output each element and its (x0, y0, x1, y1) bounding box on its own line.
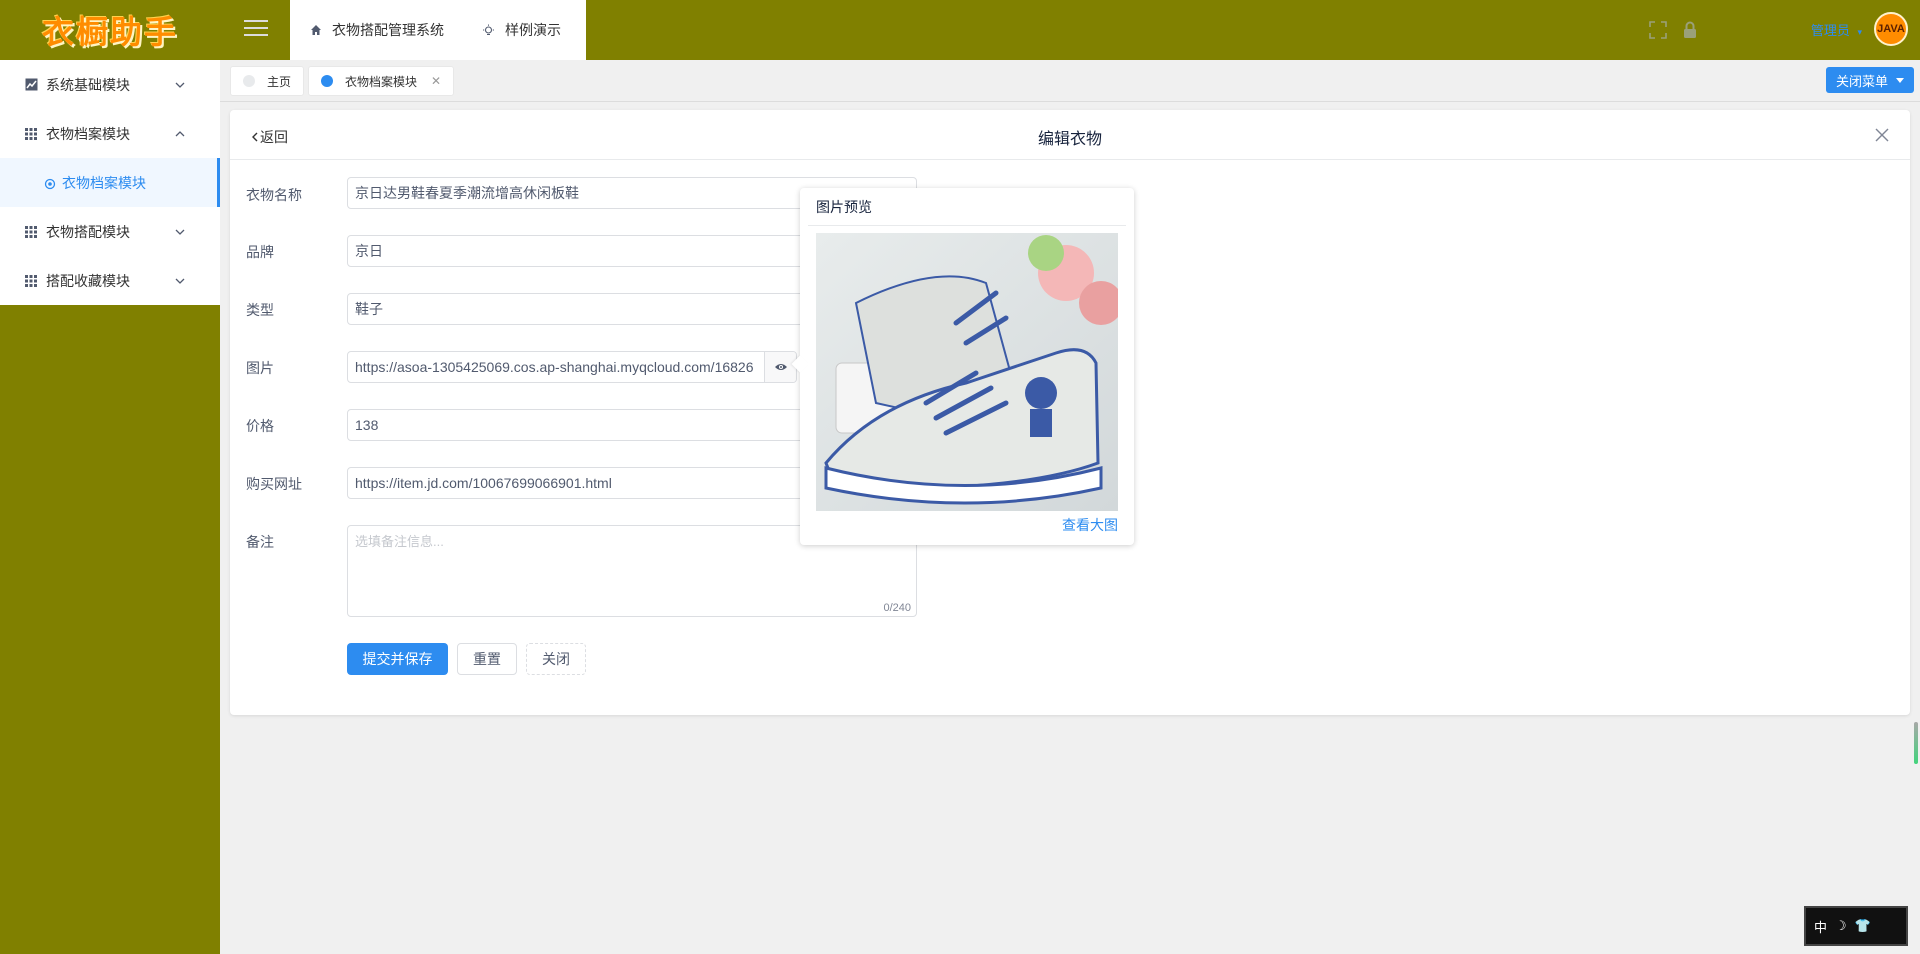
ime-label: 中 (1814, 919, 1828, 935)
preview-eye-button[interactable] (764, 352, 796, 382)
moon-icon: ☽ (1835, 918, 1847, 933)
view-large-image-link[interactable]: 查看大图 (1062, 515, 1118, 535)
preview-title: 图片预览 (816, 199, 872, 215)
header-tools (1648, 20, 1700, 40)
tag-label: 主页 (267, 74, 292, 89)
name-value: 京日达男鞋春夏季潮流增高休闲板鞋 (355, 185, 579, 201)
field-label-remark: 备注 (246, 534, 274, 550)
reset-button[interactable]: 重置 (457, 643, 517, 675)
chevron-down-icon (175, 278, 185, 284)
avatar[interactable]: JAVA (1874, 12, 1908, 46)
shirt-icon: 👕 (1854, 918, 1871, 933)
char-counter: 0/240 (883, 602, 911, 614)
page-title: 编辑衣物 (1037, 131, 1102, 148)
lock-icon[interactable] (1680, 20, 1700, 40)
field-label-type: 类型 (246, 302, 274, 318)
grid-icon (24, 274, 38, 288)
tag-bar: 主页 衣物档案模块 ✕ 关闭菜单 (220, 60, 1920, 102)
sidebar-item-system-basic[interactable]: 系统基础模块 (0, 60, 220, 109)
chevron-down-icon (175, 82, 185, 88)
sidebar-menu: 系统基础模块 衣物档案模块 衣物档案模块 衣物搭配模块 搭配收藏模块 (0, 60, 220, 305)
brand-value: 京日 (355, 243, 383, 259)
field-label-url: 购买网址 (246, 476, 302, 492)
sidebar: 衣橱助手 系统基础模块 衣物档案模块 衣物档案模块 衣物搭配模块 搭配收藏模块 (0, 0, 220, 954)
grid-icon (24, 225, 38, 239)
eye-icon (774, 364, 787, 370)
field-label-image: 图片 (246, 360, 274, 376)
user-menu[interactable]: 管理员 ▾ (1811, 20, 1862, 39)
ime-toolbar[interactable]: 中 ☽ 👕 (1804, 906, 1908, 946)
close-menu-button[interactable]: 关闭菜单 (1825, 67, 1914, 93)
top-tab-demo[interactable]: 样例演示 (462, 0, 579, 60)
shoe-image (816, 233, 1118, 511)
tag-clothes-archive[interactable]: 衣物档案模块 ✕ (308, 66, 455, 96)
tag-home[interactable]: 主页 (230, 66, 305, 96)
sidebar-item-label: 衣物搭配模块 (46, 223, 130, 240)
close-icon[interactable]: ✕ (431, 74, 441, 88)
chart-icon (24, 78, 38, 92)
type-value: 鞋子 (355, 301, 383, 317)
image-url-value: https://asoa-1305425069.cos.ap-shanghai.… (355, 359, 754, 375)
scrollbar[interactable] (1914, 722, 1918, 764)
user-name: 管理员 (1810, 23, 1850, 38)
purchase-url-value: https://item.jd.com/10067699066901.html (355, 475, 612, 491)
logo[interactable]: 衣橱助手 (0, 0, 220, 60)
top-tab-label: 衣物搭配管理系统 (332, 22, 444, 38)
divider (808, 225, 1126, 226)
field-label-brand: 品牌 (246, 244, 274, 260)
sidebar-item-clothes-matching[interactable]: 衣物搭配模块 (0, 207, 220, 256)
fullscreen-icon[interactable] (1648, 20, 1668, 40)
tag-label: 衣物档案模块 (345, 74, 418, 89)
price-value: 138 (355, 417, 379, 433)
image-url-input[interactable]: https://asoa-1305425069.cos.ap-shanghai.… (347, 351, 797, 383)
sidebar-item-label: 系统基础模块 (46, 76, 130, 93)
close-menu-label: 关闭菜单 (1835, 73, 1888, 89)
bulb-icon (483, 24, 494, 35)
home-icon (311, 25, 321, 35)
submit-save-button[interactable]: 提交并保存 (347, 643, 448, 675)
hamburger-menu-icon[interactable] (244, 20, 268, 40)
status-dot (321, 75, 333, 87)
status-dot (243, 75, 255, 87)
caret-down-icon (1896, 77, 1904, 83)
close-button[interactable]: 关闭 (526, 643, 586, 675)
top-tab-label: 样例演示 (505, 22, 561, 38)
sidebar-subitem-label: 衣物档案模块 (62, 174, 146, 191)
top-nav: 衣物搭配管理系统 样例演示 (290, 0, 586, 60)
sidebar-item-label: 搭配收藏模块 (46, 272, 130, 289)
field-label-name: 衣物名称 (246, 187, 302, 203)
sidebar-item-favorites[interactable]: 搭配收藏模块 (0, 256, 220, 305)
sidebar-item-label: 衣物档案模块 (46, 125, 130, 142)
logo-text: 衣橱助手 (41, 13, 178, 51)
remark-placeholder: 选填备注信息... (355, 534, 444, 549)
field-label-price: 价格 (246, 418, 274, 434)
card-header: 返回 编辑衣物 (230, 110, 1910, 160)
top-header: 衣物搭配管理系统 样例演示 管理员 ▾ JAVA (220, 0, 1920, 60)
settings-icon (44, 177, 56, 189)
top-tab-system[interactable]: 衣物搭配管理系统 (290, 0, 462, 60)
close-icon[interactable] (1874, 127, 1890, 143)
avatar-text: JAVA (1877, 23, 1905, 35)
chevron-up-icon (175, 130, 185, 136)
chevron-down-icon (175, 229, 185, 235)
image-preview-popover: 图片预览 查看大图 (791, 188, 1134, 545)
sidebar-subitem-clothes-archive[interactable]: 衣物档案模块 (0, 158, 220, 207)
caret-down-icon: ▾ (1857, 27, 1862, 37)
sidebar-item-clothes-archive[interactable]: 衣物档案模块 (0, 109, 220, 158)
grid-icon (24, 127, 38, 141)
shoe-illustration (816, 233, 1118, 511)
